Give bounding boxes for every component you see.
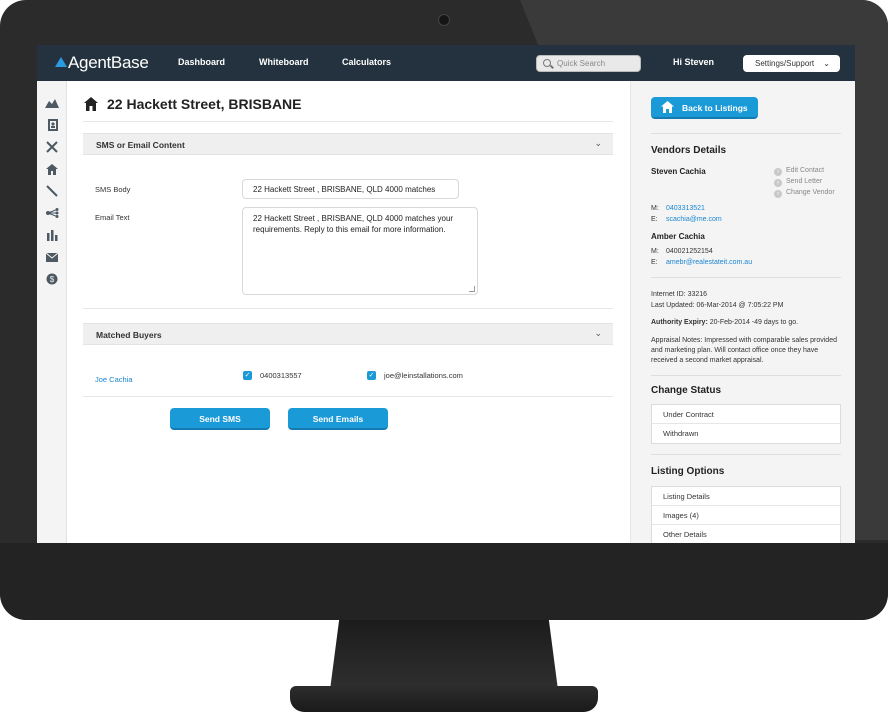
home-icon	[661, 101, 674, 113]
right-divider	[651, 454, 841, 455]
nav-whiteboard[interactable]: Whiteboard	[259, 57, 309, 67]
email-text-area[interactable]: 22 Hackett Street , BRISBANE, QLD 4000 m…	[242, 207, 478, 295]
send-letter-link[interactable]: › Send Letter	[774, 178, 822, 187]
top-navigation-bar: AgentBase Dashboard Whiteboard Calculato…	[37, 45, 855, 81]
email-label: E:	[651, 216, 658, 223]
buyer-name-link[interactable]: Joe Cachia	[95, 375, 133, 384]
search-icon	[543, 59, 551, 67]
right-divider	[651, 277, 841, 278]
buyer-email: joe@leinstallations.com	[384, 371, 463, 380]
address-book-icon[interactable]	[44, 118, 60, 132]
chevron-down-icon: ⌄	[594, 328, 602, 338]
internet-id: Internet ID: 33216	[651, 291, 708, 298]
share-icon[interactable]	[44, 206, 60, 220]
send-sms-button[interactable]: Send SMS	[170, 408, 270, 430]
buyers-divider	[83, 396, 613, 397]
right-divider	[651, 133, 841, 134]
option-other-details[interactable]: Other Details	[652, 525, 840, 543]
option-images[interactable]: Images (4)	[652, 506, 840, 525]
arrow-right-icon: ›	[774, 190, 782, 198]
vendor-mobile: 040021252154	[666, 248, 713, 255]
back-to-listings-button[interactable]: Back to Listings	[651, 97, 758, 119]
listing-options-list: Listing Details Images (4) Other Details	[651, 486, 841, 543]
home-icon[interactable]	[44, 162, 60, 176]
arrow-right-icon: ›	[774, 179, 782, 187]
main-content: 22 Hackett Street, BRISBANE SMS or Email…	[67, 81, 630, 543]
vendor-name: Amber Cachia	[651, 232, 705, 241]
bar-chart-icon[interactable]	[44, 228, 60, 242]
right-panel: Back to Listings Vendors Details Steven …	[630, 81, 855, 543]
authority-expiry: Authority Expiry: 20-Feb-2014 -49 days t…	[651, 319, 799, 326]
arrow-right-icon: ›	[774, 168, 782, 176]
send-emails-button[interactable]: Send Emails	[288, 408, 388, 430]
appraisal-notes-line: and marketing plan. Will contact office …	[651, 347, 819, 354]
mail-icon[interactable]	[44, 250, 60, 264]
title-divider	[83, 121, 613, 122]
monitor-chin	[0, 543, 888, 620]
icon-sidebar: $	[37, 81, 67, 543]
chevron-down-icon: ⌄	[594, 138, 602, 148]
vendor-email-link[interactable]: scachia@me.com	[666, 216, 722, 223]
pen-icon[interactable]	[44, 184, 60, 198]
settings-support-dropdown[interactable]: Settings/Support ⌄	[743, 55, 840, 72]
section-divider	[83, 308, 613, 309]
change-vendor-link[interactable]: › Change Vendor	[774, 189, 835, 198]
logo-mark-icon	[55, 57, 67, 67]
status-options-list: Under Contract Withdrawn	[651, 404, 841, 444]
logo[interactable]: AgentBase	[55, 53, 149, 73]
appraisal-notes-line: received a second market appraisal.	[651, 357, 764, 364]
email-text-label: Email Text	[95, 213, 130, 222]
last-updated: Last Updated: 06-Mar-2014 @ 7:05:22 PM	[651, 302, 784, 309]
buyer-phone: 0400313557	[260, 371, 302, 380]
vendor-email-link[interactable]: amebr@realestateit.com.au	[666, 259, 752, 266]
edit-contact-link[interactable]: › Edit Contact	[774, 167, 824, 176]
matched-buyers-section-header[interactable]: Matched Buyers ⌄	[83, 323, 613, 345]
nav-calculators[interactable]: Calculators	[342, 57, 391, 67]
monitor-stand-base	[290, 686, 598, 712]
camera-icon	[438, 14, 450, 26]
user-greeting: Hi Steven	[673, 57, 715, 67]
vendor-mobile-link[interactable]: 0403313521	[666, 205, 705, 212]
sms-body-input[interactable]: 22 Hackett Street , BRISBANE, QLD 4000 m…	[242, 179, 459, 199]
mobile-label: M:	[651, 248, 659, 255]
home-icon	[84, 97, 98, 111]
change-status-title: Change Status	[651, 385, 722, 396]
tools-icon[interactable]	[44, 140, 60, 154]
right-divider	[651, 375, 841, 376]
dollar-icon[interactable]: $	[44, 272, 60, 286]
appraisal-notes-line: Appraisal Notes: Impressed with comparab…	[651, 337, 837, 344]
email-label: E:	[651, 259, 658, 266]
vendors-title: Vendors Details	[651, 145, 727, 156]
search-input[interactable]: Quick Search	[536, 55, 641, 72]
email-checkbox[interactable]: ✓	[367, 371, 376, 380]
listing-options-title: Listing Options	[651, 466, 725, 477]
page-title: 22 Hackett Street, BRISBANE	[107, 96, 302, 112]
monitor-stand-neck	[330, 620, 558, 690]
screen: AgentBase Dashboard Whiteboard Calculato…	[37, 45, 855, 543]
status-under-contract[interactable]: Under Contract	[652, 405, 840, 424]
nav-dashboard[interactable]: Dashboard	[178, 57, 225, 67]
resize-handle-icon[interactable]	[469, 286, 475, 292]
monitor-frame: AgentBase Dashboard Whiteboard Calculato…	[0, 0, 888, 620]
vendor-name: Steven Cachia	[651, 167, 706, 176]
phone-checkbox[interactable]: ✓	[243, 371, 252, 380]
chevron-down-icon: ⌄	[823, 59, 830, 68]
option-listing-details[interactable]: Listing Details	[652, 487, 840, 506]
svg-text:$: $	[50, 275, 55, 284]
mobile-label: M:	[651, 205, 659, 212]
sms-email-section-header[interactable]: SMS or Email Content ⌄	[83, 133, 613, 155]
sms-body-label: SMS Body	[95, 185, 131, 194]
chart-area-icon[interactable]	[44, 96, 60, 110]
status-withdrawn[interactable]: Withdrawn	[652, 424, 840, 443]
